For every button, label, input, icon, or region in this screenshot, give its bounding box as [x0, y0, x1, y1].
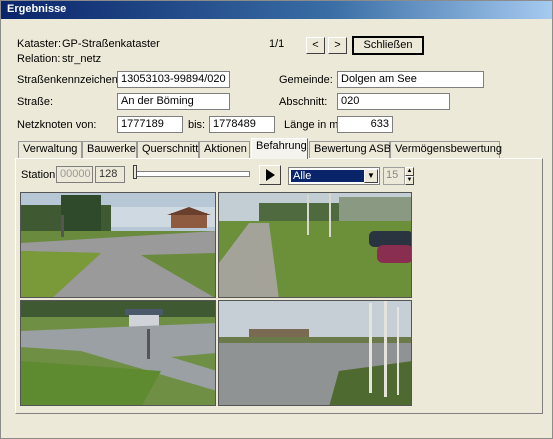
road-photo-intersection[interactable]	[20, 192, 216, 298]
abschnitt-field[interactable]: 020	[337, 93, 450, 110]
next-button[interactable]: >	[328, 37, 347, 54]
gemeinde-label: Gemeinde:	[279, 74, 333, 86]
relation-value: str_netz	[62, 53, 102, 65]
close-button[interactable]: Schließen	[352, 36, 424, 55]
laenge-label: Länge in m:	[284, 119, 342, 131]
abschnitt-label: Abschnitt:	[279, 96, 328, 108]
road-photo-parked-cars[interactable]	[218, 192, 412, 298]
results-window: Ergebnisse Kataster: GP-Straßenkataster …	[0, 0, 553, 439]
station-to-field[interactable]: 128	[95, 166, 125, 183]
tab-vermoegensbewertung[interactable]: Vermögensbewertung	[390, 141, 502, 158]
tab-bauwerke[interactable]: Bauwerke	[82, 141, 137, 158]
tab-befahrung[interactable]: Befahrung	[251, 138, 308, 159]
page-indicator: 1/1	[269, 38, 285, 50]
station-slider-thumb[interactable]	[133, 165, 137, 179]
road-photo-shed[interactable]	[20, 300, 216, 406]
title-bar: Ergebnisse	[1, 1, 552, 19]
bis-label: bis:	[188, 119, 206, 131]
strasse-field[interactable]: An der Böming	[117, 93, 230, 110]
chevron-down-icon[interactable]: ▼	[364, 169, 378, 183]
station-slider-track[interactable]	[134, 171, 250, 177]
strassenkennzeichen-field[interactable]: 13053103-99894/020	[117, 71, 230, 88]
play-icon	[266, 169, 275, 181]
spin-down-icon[interactable]: ▼	[405, 176, 414, 185]
strasse-label: Straße:	[17, 96, 54, 108]
filter-selected: Alle	[291, 170, 365, 182]
tab-querschnitt[interactable]: Querschnitt	[137, 141, 199, 158]
gemeinde-field[interactable]: Dolgen am See	[337, 71, 484, 88]
netzknoten-von-field[interactable]: 1777189	[117, 116, 183, 133]
netzknoten-label: Netzknoten von:	[17, 119, 97, 131]
station-label: Station	[21, 169, 56, 181]
netzknoten-bis-field[interactable]: 1778489	[209, 116, 275, 133]
tab-aktionen[interactable]: Aktionen	[199, 141, 250, 158]
station-from-field[interactable]: 00000	[56, 166, 93, 183]
play-button[interactable]	[259, 165, 281, 185]
relation-label: Relation:	[17, 53, 61, 65]
kataster-value: GP-Straßenkataster	[62, 38, 160, 50]
interval-value[interactable]: 15	[383, 167, 405, 185]
filter-dropdown[interactable]: Alle ▼	[288, 167, 380, 185]
road-photo-birch-trees[interactable]	[218, 300, 412, 406]
spin-up-icon[interactable]: ▲	[405, 167, 414, 176]
tab-bewertung-asb[interactable]: Bewertung ASB	[309, 141, 391, 158]
interval-spinner[interactable]: 15 ▲ ▼	[383, 167, 414, 185]
window-title: Ergebnisse	[7, 3, 67, 15]
prev-button[interactable]: <	[306, 37, 325, 54]
tab-verwaltung[interactable]: Verwaltung	[18, 141, 82, 158]
kataster-label: Kataster:	[17, 38, 62, 50]
strassenkennzeichen-label: Straßenkennzeichen:	[17, 74, 121, 86]
laenge-field[interactable]: 633	[337, 116, 393, 133]
